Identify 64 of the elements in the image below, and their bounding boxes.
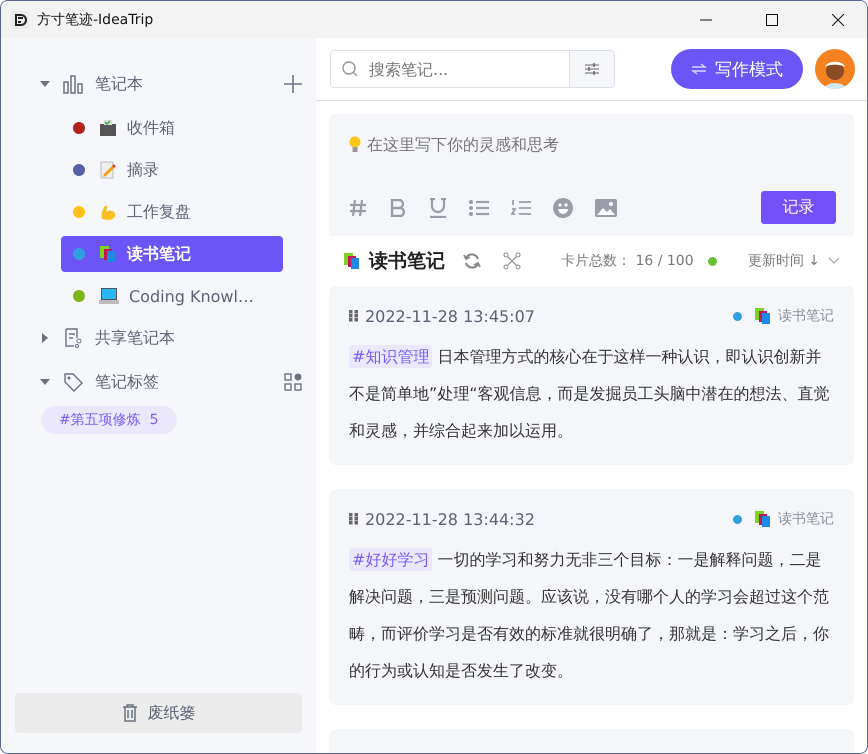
books-icon (754, 510, 772, 528)
laptop-icon (99, 287, 119, 305)
card-text: #好好学习 一切的学习和努力无非三个目标：一是解释问题，二是解决问题，三是预测问题。应该说，没有哪个人的学习会超过这个范畴，而评价学习是否有效的标准就很明确了，那就是：学习之后，你的行为或认知是否发生了改变。 (349, 547, 830, 682)
inbox-icon (99, 119, 117, 137)
add-icon[interactable] (284, 75, 302, 93)
notebook-item[interactable]: 工作复盘 (61, 194, 283, 230)
lightbulb-icon (349, 136, 361, 154)
sliders-icon (585, 62, 599, 76)
shared-document-icon (63, 328, 83, 348)
tag-link[interactable]: #知识管理 (349, 345, 432, 368)
card-notebook: 读书笔记 (778, 307, 834, 325)
section-label: 笔记本 (95, 74, 144, 94)
drag-handle-icon[interactable] (349, 309, 359, 323)
books-icon (754, 307, 772, 325)
bar-chart-icon (63, 74, 83, 94)
app-logo-icon (11, 10, 29, 28)
tag-chip[interactable]: #第五项修炼 5 (41, 406, 177, 434)
hash-icon[interactable] (349, 198, 367, 216)
swap-icon (691, 63, 707, 75)
notebook-item[interactable]: 收件箱 (61, 110, 283, 146)
graph-icon[interactable] (503, 252, 521, 270)
note-editor[interactable]: 在这里写下你的灵感和思考 记录 (329, 114, 854, 236)
bold-icon[interactable] (389, 198, 407, 216)
tag-icon (63, 372, 83, 392)
underline-icon[interactable] (429, 198, 447, 218)
notebook-item[interactable]: 摘录 (61, 152, 283, 188)
image-icon[interactable] (595, 198, 617, 216)
window-title: 方寸笔迹-IdeaTrip (37, 10, 154, 28)
trash-icon (122, 704, 138, 722)
write-mode-button[interactable]: 写作模式 (671, 49, 803, 89)
section-label: 共享笔记本 (95, 328, 176, 348)
sort-dropdown[interactable]: 更新时间 ↓ (748, 252, 840, 270)
close-icon[interactable] (832, 14, 844, 26)
card-timestamp: 2022-11-28 13:44:32 (365, 510, 536, 528)
grid-icon[interactable] (284, 373, 302, 391)
emoji-icon[interactable] (553, 198, 573, 218)
card-timestamp: 2022-11-28 13:45:07 (365, 306, 536, 326)
card-notebook: 读书笔记 (778, 510, 834, 528)
notebook-item[interactable]: Coding Knowl… (61, 278, 283, 314)
note-card[interactable]: 2022-11-28 13:45:07 读书笔记 #知识管理 日本管理方式的核心在于这样一种认识，即认识创新并不是简单地”处理“客观信息，而是发掘员工头脑中潜在的想法、直觉和灵感，并综合起来加以运用。 (329, 286, 854, 465)
books-icon (99, 245, 117, 263)
filter-button[interactable] (569, 50, 615, 88)
drag-handle-icon[interactable] (349, 512, 359, 526)
bullet-list-icon[interactable] (469, 200, 489, 216)
books-icon (343, 252, 361, 270)
flexed-arm-icon (99, 203, 117, 221)
card-text: #知识管理 日本管理方式的核心在于这样一种认识，即认识创新并不是简单地”处理“客观信息，而是发掘员工头脑中潜在的想法、直觉和灵感，并综合起来加以运用。 (349, 344, 831, 442)
notebook-title: 读书笔记 (369, 249, 445, 274)
memo-icon (99, 161, 117, 179)
section-label: 笔记标签 (95, 372, 160, 392)
tag-link[interactable]: #好好学习 (349, 548, 432, 571)
trash-button[interactable]: 废纸篓 (15, 693, 302, 733)
record-button[interactable]: 记录 (761, 191, 836, 224)
avatar[interactable] (815, 49, 855, 89)
notebook-item[interactable]: 读书笔记 (61, 236, 283, 272)
status-dot (708, 256, 717, 266)
refresh-icon[interactable] (463, 252, 481, 270)
search-field[interactable]: 搜索笔记... (330, 50, 569, 88)
numbered-list-icon[interactable] (511, 198, 531, 216)
note-card[interactable]: 2022-11-28 13:44:32 读书笔记 #好好学习 一切的学习和努力无非三个目标：一是解释问题，二是解决问题，三是预测问题。应该说，没有哪个人的学习会超过这个范畴，而评价学习是否有效的标准就很明确了，那就是：学习之后，你的行为或认知是否发生了改变。 (329, 489, 854, 705)
card-count: 卡片总数： 16 / 100 (561, 252, 694, 270)
maximize-icon[interactable] (766, 14, 778, 26)
note-input[interactable]: 在这里写下你的灵感和思考 (365, 134, 769, 155)
chevron-down-icon (828, 257, 840, 265)
